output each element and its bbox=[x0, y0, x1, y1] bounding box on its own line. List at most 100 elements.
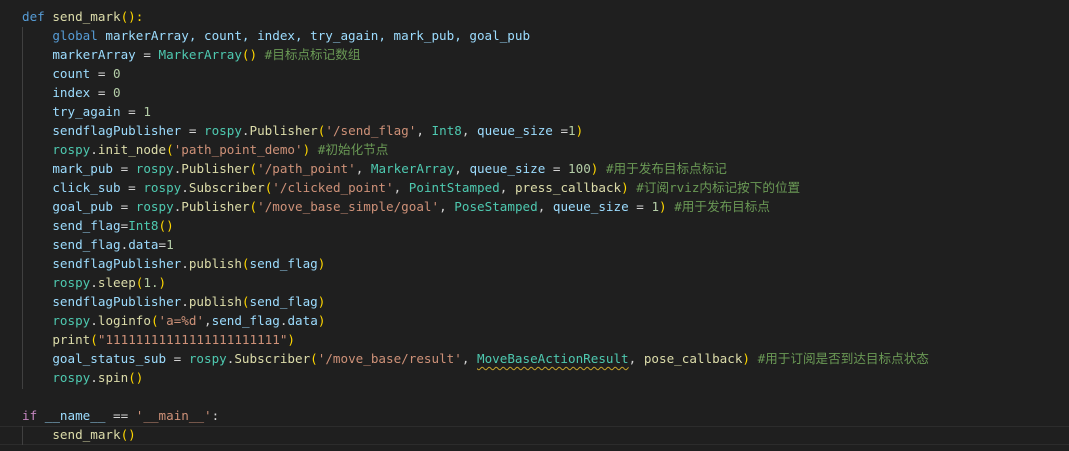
code-line[interactable]: global markerArray, count, index, try_ag… bbox=[22, 26, 929, 45]
code-token: , bbox=[416, 123, 432, 138]
code-line[interactable]: click_sub = rospy.Subscriber('/clicked_p… bbox=[22, 178, 929, 197]
code-line[interactable]: sendflagPublisher.publish(send_flag) bbox=[22, 254, 929, 273]
code-token: press_callback bbox=[514, 180, 622, 195]
code-token: pose_callback bbox=[643, 351, 743, 366]
code-token: ) bbox=[317, 256, 326, 271]
code-token: = bbox=[158, 237, 167, 252]
code-line-current[interactable]: send_mark() bbox=[22, 425, 929, 444]
code-token: ) bbox=[575, 123, 584, 138]
code-token: #用于发布目标点 bbox=[674, 199, 770, 214]
code-token: rospy bbox=[52, 313, 91, 328]
code-line[interactable]: sendflagPublisher.publish(send_flag) bbox=[22, 292, 929, 311]
code-token: click_sub bbox=[52, 180, 121, 195]
code-token: () bbox=[128, 370, 144, 385]
code-token: #订阅rviz内标记按下的位置 bbox=[636, 180, 801, 195]
code-token: . bbox=[90, 142, 98, 157]
code-token: , bbox=[537, 199, 553, 214]
code-area[interactable]: def send_mark(): global markerArray, cou… bbox=[22, 7, 929, 444]
code-token: ( bbox=[90, 332, 98, 347]
code-token: , bbox=[499, 180, 515, 195]
code-token: == bbox=[105, 408, 136, 423]
code-token: , bbox=[204, 313, 212, 328]
code-token: ) bbox=[317, 313, 326, 328]
code-token: send_flag bbox=[249, 256, 318, 271]
code-token: ) bbox=[317, 294, 326, 309]
code-line[interactable]: mark_pub = rospy.Publisher('/path_point'… bbox=[22, 159, 929, 178]
code-token: Publisher bbox=[181, 161, 250, 176]
code-token: , bbox=[628, 351, 644, 366]
code-token: __name__ bbox=[44, 408, 106, 423]
code-line[interactable]: count = 0 bbox=[22, 64, 929, 83]
code-token: rospy bbox=[135, 199, 174, 214]
code-token: = bbox=[113, 161, 136, 176]
code-token: (): bbox=[120, 9, 144, 24]
code-token: '/clicked_point' bbox=[272, 180, 394, 195]
code-token: rospy bbox=[52, 370, 91, 385]
code-token: . bbox=[90, 370, 98, 385]
code-token: send_flag bbox=[211, 313, 280, 328]
code-line[interactable]: goal_status_sub = rospy.Subscriber('/mov… bbox=[22, 349, 929, 368]
code-token: = bbox=[90, 66, 114, 81]
code-line[interactable]: rospy.sleep(1.) bbox=[22, 273, 929, 292]
code-token: rospy bbox=[135, 161, 174, 176]
code-token: = bbox=[552, 123, 569, 138]
code-token: markerArray, count, index, try_again, ma… bbox=[97, 28, 531, 43]
code-token: = bbox=[181, 123, 204, 138]
code-token: ) bbox=[659, 199, 667, 214]
code-token: publish bbox=[188, 294, 242, 309]
code-token: , bbox=[355, 161, 371, 176]
code-token: () bbox=[120, 427, 136, 442]
code-line[interactable]: rospy.spin() bbox=[22, 368, 929, 387]
code-line[interactable]: rospy.init_node('path_point_demo') #初始化节… bbox=[22, 140, 929, 159]
code-line[interactable]: try_again = 1 bbox=[22, 102, 929, 121]
code-token: send_flag bbox=[52, 237, 121, 252]
code-token: "11111111111111111111111" bbox=[97, 332, 288, 347]
code-token: PoseStamped bbox=[454, 199, 538, 214]
code-token: 'a=%d' bbox=[158, 313, 205, 328]
code-token: 1. bbox=[143, 275, 159, 290]
code-token: = bbox=[166, 351, 189, 366]
code-token: , bbox=[461, 351, 477, 366]
code-editor[interactable]: def send_mark(): global markerArray, cou… bbox=[0, 0, 1069, 451]
code-token: MarkerArray bbox=[158, 47, 242, 62]
code-line[interactable]: sendflagPublisher = rospy.Publisher('/se… bbox=[22, 121, 929, 140]
code-token: send_flag bbox=[249, 294, 318, 309]
code-token: 0 bbox=[113, 66, 121, 81]
code-line[interactable]: def send_mark(): bbox=[22, 7, 929, 26]
code-token-warning: MoveBaseActionResult bbox=[477, 351, 629, 366]
code-line[interactable]: index = 0 bbox=[22, 83, 929, 102]
code-token: '/send_flag' bbox=[325, 123, 417, 138]
code-token: , bbox=[454, 161, 470, 176]
code-token: index bbox=[52, 85, 91, 100]
code-line[interactable]: rospy.loginfo('a=%d',send_flag.data) bbox=[22, 311, 929, 330]
code-line[interactable]: goal_pub = rospy.Publisher('/move_base_s… bbox=[22, 197, 929, 216]
code-token: #初始化节点 bbox=[317, 142, 389, 157]
code-token: 'path_point_demo' bbox=[173, 142, 303, 157]
code-line[interactable]: send_flag=Int8() bbox=[22, 216, 929, 235]
code-line[interactable]: send_flag.data=1 bbox=[22, 235, 929, 254]
code-token: 0 bbox=[113, 85, 121, 100]
code-line[interactable]: print("11111111111111111111111") bbox=[22, 330, 929, 349]
code-token: ( bbox=[241, 256, 250, 271]
code-token: goal_pub bbox=[52, 199, 114, 214]
code-token: try_again bbox=[52, 104, 121, 119]
code-line[interactable]: markerArray = MarkerArray() #目标点标记数组 bbox=[22, 45, 929, 64]
code-token: Subscriber bbox=[234, 351, 311, 366]
code-line[interactable] bbox=[22, 387, 929, 406]
code-token: = bbox=[628, 199, 652, 214]
code-line[interactable]: if __name__ == '__main__': bbox=[22, 406, 929, 425]
code-token: loginfo bbox=[97, 313, 151, 328]
code-token: MarkerArray bbox=[370, 161, 455, 176]
